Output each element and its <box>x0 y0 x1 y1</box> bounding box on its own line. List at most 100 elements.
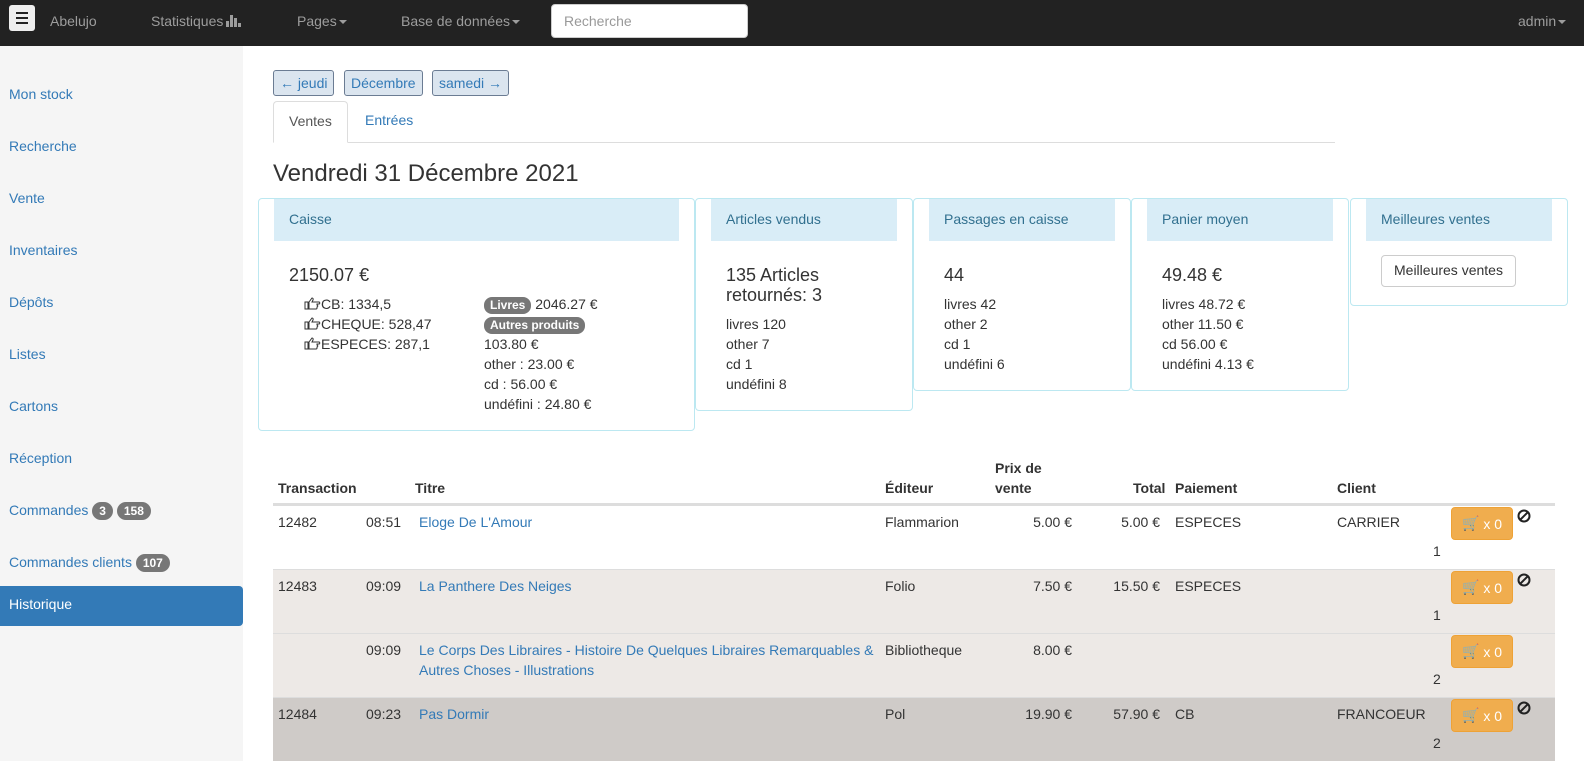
search-input[interactable] <box>551 4 748 38</box>
articles-returned: retournés: 3 <box>726 285 823 305</box>
caisse-especes: ESPECES: 287,1 <box>304 334 430 354</box>
tab-ventes[interactable]: Ventes <box>273 101 348 143</box>
nav-statistiques[interactable]: Statistiques <box>151 13 242 29</box>
panel-heading: Caisse <box>274 199 679 241</box>
cell-transaction: 12484 <box>278 706 317 722</box>
cell-paiement: ESPECES <box>1175 514 1242 530</box>
col-transaction[interactable]: Transaction <box>278 478 357 498</box>
month-button[interactable]: Décembre <box>344 70 423 96</box>
sidebar-item-depots[interactable]: Dépôts <box>0 284 243 324</box>
next-day-button[interactable]: samedi → <box>432 70 510 96</box>
sidebar-item-recherche[interactable]: Recherche <box>0 128 243 168</box>
sidebar-item-inventaires[interactable]: Inventaires <box>0 232 243 272</box>
sidebar-item-mon-stock[interactable]: Mon stock <box>0 76 243 116</box>
user-dropdown[interactable]: admin <box>1518 13 1567 29</box>
articles-livres: livres 120 <box>726 316 786 332</box>
panel-passages: Passages en caisse 44 livres 42 other 2 … <box>913 198 1131 391</box>
articles-other: other 7 <box>726 336 770 352</box>
caisse-especes-text: ESPECES: 287,1 <box>321 336 430 352</box>
cell-prix: 8.00 € <box>1033 642 1072 658</box>
caisse-autres: Autres produits <box>484 314 586 334</box>
add-to-cart-button[interactable]: 🛒 x 0 <box>1451 571 1513 604</box>
add-to-cart-button[interactable]: 🛒 x 0 <box>1451 507 1513 540</box>
bar-chart-icon <box>226 15 242 27</box>
tab-entrees[interactable]: Entrées <box>350 101 428 143</box>
cell-prix: 5.00 € <box>1033 514 1072 530</box>
brand-link[interactable]: Abelujo <box>50 13 97 29</box>
sidebar-item-vente[interactable]: Vente <box>0 180 243 220</box>
cell-qty: 1 <box>1433 607 1441 623</box>
add-to-cart-button[interactable]: 🛒 x 0 <box>1451 699 1513 732</box>
ban-icon[interactable] <box>1517 509 1531 523</box>
cell-title-link[interactable]: Eloge De L'Amour <box>419 512 532 532</box>
col-total[interactable]: Total <box>1133 478 1165 498</box>
col-client[interactable]: Client <box>1337 478 1376 498</box>
nav-statistiques-label: Statistiques <box>151 13 224 29</box>
sidebar: Mon stock Recherche Vente Inventaires Dé… <box>0 46 243 761</box>
articles-count: 135 Articles <box>726 265 820 285</box>
sidebar-item-reception[interactable]: Réception <box>0 440 243 480</box>
caisse-cheque-text: CHEQUE: 528,47 <box>321 316 432 332</box>
sidebar-item-label: Vente <box>9 190 45 206</box>
hand-point-icon <box>304 337 321 350</box>
caisse-undefini: undéfini : 24.80 € <box>484 396 592 412</box>
add-to-cart-button[interactable]: 🛒 x 0 <box>1451 635 1513 668</box>
nav-base-dropdown[interactable]: Base de données <box>401 13 520 29</box>
sidebar-item-commandes-clients[interactable]: Commandes clients 107 <box>0 544 243 584</box>
panel-meilleures: Meilleures ventes Meilleures ventes <box>1350 198 1568 306</box>
panel-heading: Passages en caisse <box>929 199 1115 241</box>
sidebar-item-listes[interactable]: Listes <box>0 336 243 376</box>
nav-pages-dropdown[interactable]: Pages <box>297 13 347 29</box>
sidebar-item-cartons[interactable]: Cartons <box>0 388 243 428</box>
col-titre[interactable]: Titre <box>415 478 445 498</box>
caisse-cb-text: CB: 1334,5 <box>321 296 392 312</box>
count-badge: 3 <box>92 502 113 521</box>
menu-toggle-icon[interactable] <box>9 5 35 31</box>
autres-produits-label: Autres produits <box>484 317 586 334</box>
ban-icon[interactable] <box>1517 701 1531 715</box>
caisse-autres-value: 103.80 € <box>484 336 539 352</box>
cell-editeur: Bibliotheque <box>885 642 963 658</box>
caisse-cb: CB: 1334,5 <box>304 294 391 314</box>
sidebar-item-historique[interactable]: Historique <box>0 586 243 626</box>
ban-icon[interactable] <box>1517 573 1531 587</box>
shopping-cart-icon: 🛒 <box>1461 707 1480 723</box>
panel-heading: Meilleures ventes <box>1366 199 1552 241</box>
col-prix-2[interactable]: vente <box>995 478 1032 498</box>
shopping-cart-icon: 🛒 <box>1461 643 1480 659</box>
table-row: 09:09 Le Corps Des Libraires - Histoire … <box>273 633 1555 697</box>
cell-editeur: Folio <box>885 578 916 594</box>
articles-cd: cd 1 <box>726 356 753 372</box>
history-tabs: Ventes Entrées <box>273 101 1335 143</box>
sidebar-item-label: Recherche <box>9 138 77 154</box>
panel-heading: Panier moyen <box>1147 199 1333 241</box>
cell-qty: 2 <box>1433 671 1441 687</box>
cell-time: 09:09 <box>366 578 402 594</box>
count-badge: 158 <box>116 502 151 521</box>
cell-title-link[interactable]: Pas Dormir <box>419 704 489 724</box>
cell-total: 5.00 € <box>1121 514 1160 530</box>
cell-editeur: Pol <box>885 706 906 722</box>
prev-day-button[interactable]: ← jeudi <box>273 70 335 96</box>
meilleures-ventes-button[interactable]: Meilleures ventes <box>1381 255 1516 287</box>
caisse-other: other : 23.00 € <box>484 356 575 372</box>
sidebar-item-label: Historique <box>9 596 73 612</box>
panier-cd: cd 56.00 € <box>1162 336 1228 352</box>
panel-panier: Panier moyen 49.48 € livres 48.72 € othe… <box>1131 198 1349 391</box>
col-editeur[interactable]: Éditeur <box>885 478 933 498</box>
sidebar-item-label: Dépôts <box>9 294 54 310</box>
panel-caisse: Caisse 2150.07 € CB: 1334,5 CHEQUE: 528,… <box>258 198 695 431</box>
col-paiement[interactable]: Paiement <box>1175 478 1237 498</box>
sidebar-item-label: Mon stock <box>9 86 73 102</box>
sidebar-item-label: Commandes <box>9 502 89 518</box>
nav-base-label: Base de données <box>401 13 510 29</box>
cell-client: FRANCOEUR <box>1337 706 1426 722</box>
cell-transaction: 12483 <box>278 578 317 594</box>
cell-paiement: CB <box>1175 706 1195 722</box>
cell-qty: 1 <box>1433 543 1441 559</box>
cell-title-link[interactable]: La Panthere Des Neiges <box>419 576 572 596</box>
sidebar-item-commandes[interactable]: Commandes 3 158 <box>0 492 243 532</box>
col-prix-1[interactable]: Prix de <box>995 458 1042 478</box>
cell-title-link[interactable]: Le Corps Des Libraires - Histoire De Que… <box>415 640 878 680</box>
caisse-cheque: CHEQUE: 528,47 <box>304 314 432 334</box>
